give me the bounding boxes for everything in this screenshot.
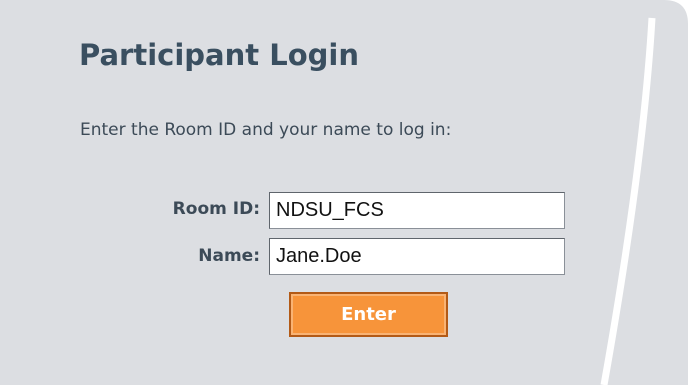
room-id-label: Room ID: — [172, 199, 260, 219]
name-input[interactable] — [269, 238, 565, 275]
enter-button[interactable]: Enter — [289, 292, 448, 337]
login-panel: Participant Login Enter the Room ID and … — [0, 0, 688, 385]
login-instructions: Enter the Room ID and your name to log i… — [80, 120, 452, 140]
name-label: Name: — [198, 246, 260, 266]
room-id-input[interactable] — [269, 192, 565, 229]
page-title: Participant Login — [79, 38, 359, 72]
